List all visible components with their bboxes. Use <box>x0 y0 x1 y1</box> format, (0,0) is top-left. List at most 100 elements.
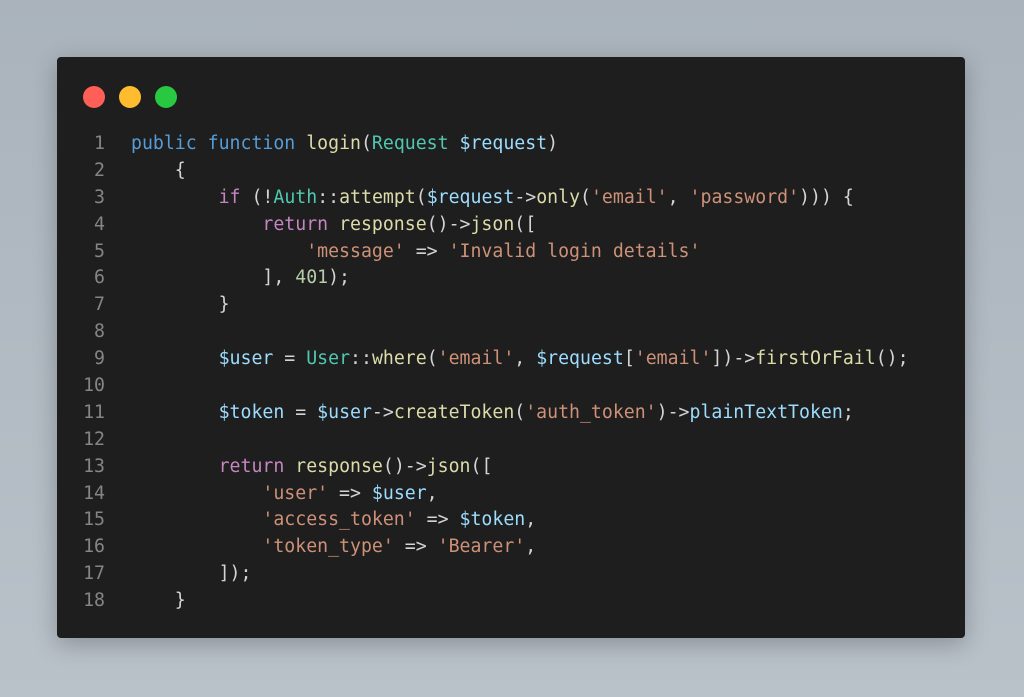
code-line: 1 public function login(Request $request) <box>57 131 909 158</box>
code-token: } <box>131 590 186 612</box>
code-token: $token <box>459 509 526 531</box>
line-number: 2 <box>94 159 105 181</box>
line-number: 11 <box>83 401 105 423</box>
line-number: 13 <box>83 455 105 477</box>
code-token: :: <box>317 186 340 208</box>
code-token: return <box>262 213 340 235</box>
code-line: 8 <box>57 319 909 346</box>
code-token: 'token_type' <box>262 536 394 558</box>
code-token: [ <box>623 348 635 370</box>
code-token: ))) { <box>799 186 854 208</box>
code-line: 18 } <box>57 588 909 615</box>
line-text: } <box>131 292 230 319</box>
code-token: } <box>131 294 230 316</box>
line-number: 8 <box>94 321 105 343</box>
code-token: 'Invalid login details' <box>448 240 701 262</box>
code-line: 2 { <box>57 158 909 185</box>
code-token: (! <box>251 186 274 208</box>
code-token: ) <box>547 133 559 154</box>
code-token: 'email' <box>437 348 515 370</box>
line-text: } <box>131 588 186 615</box>
line-text: return response()->json([ <box>131 454 493 481</box>
code-token: 'message' <box>306 240 405 262</box>
code-token: => <box>404 240 449 262</box>
line-text: $user = User::where('email', $request['e… <box>131 346 909 373</box>
line-number: 4 <box>94 213 105 235</box>
code-token: ( <box>415 186 427 208</box>
code-token: = <box>273 348 307 370</box>
line-number: 5 <box>94 240 105 262</box>
code-token: ])-> <box>711 348 756 370</box>
line-number: 1 <box>94 133 105 154</box>
code-token: => <box>328 482 372 504</box>
code-token: , <box>514 348 537 370</box>
close-button[interactable] <box>83 86 105 108</box>
code-token: , <box>525 509 537 531</box>
code-line: 13 return response()->json([ <box>57 454 909 481</box>
code-token: if <box>218 186 252 208</box>
code-token: $user <box>218 348 274 370</box>
code-token: json <box>470 213 515 235</box>
code-token: Request <box>371 133 460 154</box>
code-token: ( <box>580 186 591 208</box>
code-token: response <box>295 455 383 477</box>
code-line: 3 if (!Auth::attempt($request->only('ema… <box>57 185 909 212</box>
line-text: public function login(Request $request) <box>131 131 558 158</box>
code-token: ([ <box>470 455 493 477</box>
code-token: $user <box>371 482 427 504</box>
code-line: 11 $token = $user->createToken('auth_tok… <box>57 400 909 427</box>
code-token: 'email' <box>634 348 712 370</box>
code-token: where <box>371 348 427 370</box>
code-line: 17 ]); <box>57 561 909 588</box>
code-line: 16 'token_type' => 'Bearer', <box>57 534 909 561</box>
line-number: 17 <box>83 563 105 585</box>
code-token: return <box>218 455 296 477</box>
line-number: 10 <box>83 375 105 397</box>
code-token: firstOrFail <box>755 348 876 370</box>
code-token: 'email' <box>590 186 668 208</box>
code-token: ; <box>842 401 854 423</box>
code-token: 401 <box>295 267 329 289</box>
code-token: $token <box>218 401 285 423</box>
line-text: 'token_type' => 'Bearer', <box>131 534 536 561</box>
minimize-button[interactable] <box>119 86 141 108</box>
line-number: 3 <box>94 186 105 208</box>
code-token: (); <box>875 348 909 370</box>
maximize-button[interactable] <box>155 86 177 108</box>
code-token: 'Bearer' <box>437 536 526 558</box>
code-line: 7 } <box>57 292 909 319</box>
code-token: ]); <box>131 563 252 585</box>
line-number: 15 <box>83 509 105 531</box>
line-text: $token = $user->createToken('auth_token'… <box>131 400 854 427</box>
code-token: => <box>415 509 460 531</box>
code-token: json <box>426 455 471 477</box>
line-text: if (!Auth::attempt($request->only('email… <box>131 185 854 212</box>
line-number: 9 <box>94 348 105 370</box>
code-token: , <box>667 186 690 208</box>
line-text: return response()->json([ <box>131 212 536 239</box>
code-token: $request <box>536 348 624 370</box>
code-token: ([ <box>514 213 537 235</box>
line-text: 'access_token' => $token, <box>131 507 536 534</box>
line-number: 16 <box>83 536 105 558</box>
line-number: 18 <box>83 590 105 612</box>
code-token: response <box>339 213 427 235</box>
code-token: ], <box>131 267 296 289</box>
code-token: ( <box>514 401 526 423</box>
code-token: -> <box>371 401 394 423</box>
code-token: , <box>426 482 438 504</box>
code-token: 'user' <box>262 482 329 504</box>
code-token: only <box>536 186 581 208</box>
code-token: 'password' <box>689 186 800 208</box>
code-token: attempt <box>339 186 416 208</box>
code-token: ()-> <box>426 213 471 235</box>
line-text: { <box>131 158 186 185</box>
